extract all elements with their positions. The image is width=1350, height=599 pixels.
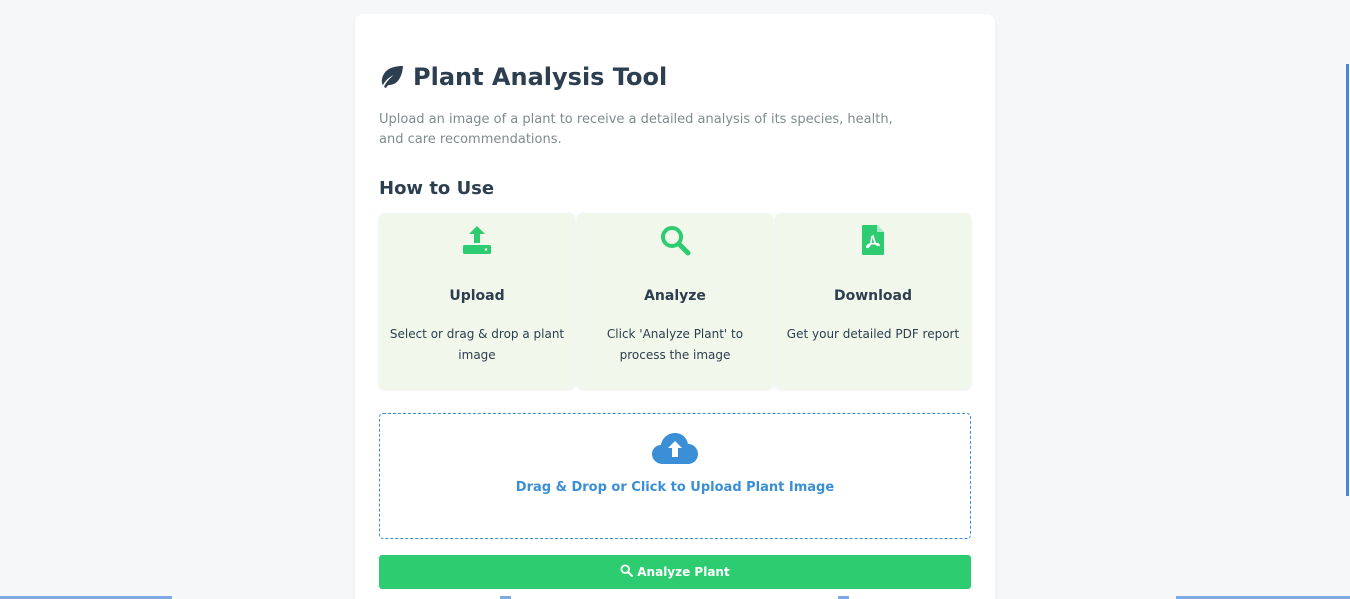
- step-description: Get your detailed PDF report: [786, 327, 960, 341]
- step-card-download: Download Get your detailed PDF report: [775, 213, 971, 389]
- analyze-plant-button[interactable]: Analyze Plant: [379, 555, 971, 589]
- step-card-analyze: Analyze Click 'Analyze Plant' to process…: [577, 213, 773, 389]
- main-card: Plant Analysis Tool Upload an image of a…: [355, 14, 995, 599]
- step-title: Analyze: [644, 288, 706, 304]
- cloud-upload-icon: [651, 431, 699, 469]
- search-icon: [659, 224, 691, 260]
- how-to-heading: How to Use: [379, 178, 495, 199]
- step-card-upload: Upload Select or drag & drop a plant ima…: [379, 213, 575, 389]
- upload-icon: [461, 224, 493, 260]
- step-title: Upload: [449, 288, 505, 304]
- page-title: Plant Analysis Tool: [413, 63, 668, 91]
- upload-label: Drag & Drop or Click to Upload Plant Ima…: [515, 480, 835, 495]
- scrollbar[interactable]: [1346, 64, 1349, 496]
- pdf-file-icon: [861, 224, 885, 260]
- title-row: Plant Analysis Tool: [379, 60, 667, 94]
- page-subtitle: Upload an image of a plant to receive a …: [379, 112, 893, 147]
- search-icon: [620, 564, 634, 580]
- step-title: Download: [833, 288, 913, 304]
- steps-list: Upload Select or drag & drop a plant ima…: [379, 213, 971, 389]
- leaf-icon: [379, 64, 405, 90]
- step-description: Click 'Analyze Plant' to process the ima…: [606, 327, 744, 362]
- upload-dropzone[interactable]: Drag & Drop or Click to Upload Plant Ima…: [379, 413, 971, 539]
- step-description: Select or drag & drop a plant image: [389, 327, 565, 362]
- page: Plant Analysis Tool Upload an image of a…: [0, 0, 1350, 599]
- analyze-button-label: Analyze Plant: [637, 565, 730, 579]
